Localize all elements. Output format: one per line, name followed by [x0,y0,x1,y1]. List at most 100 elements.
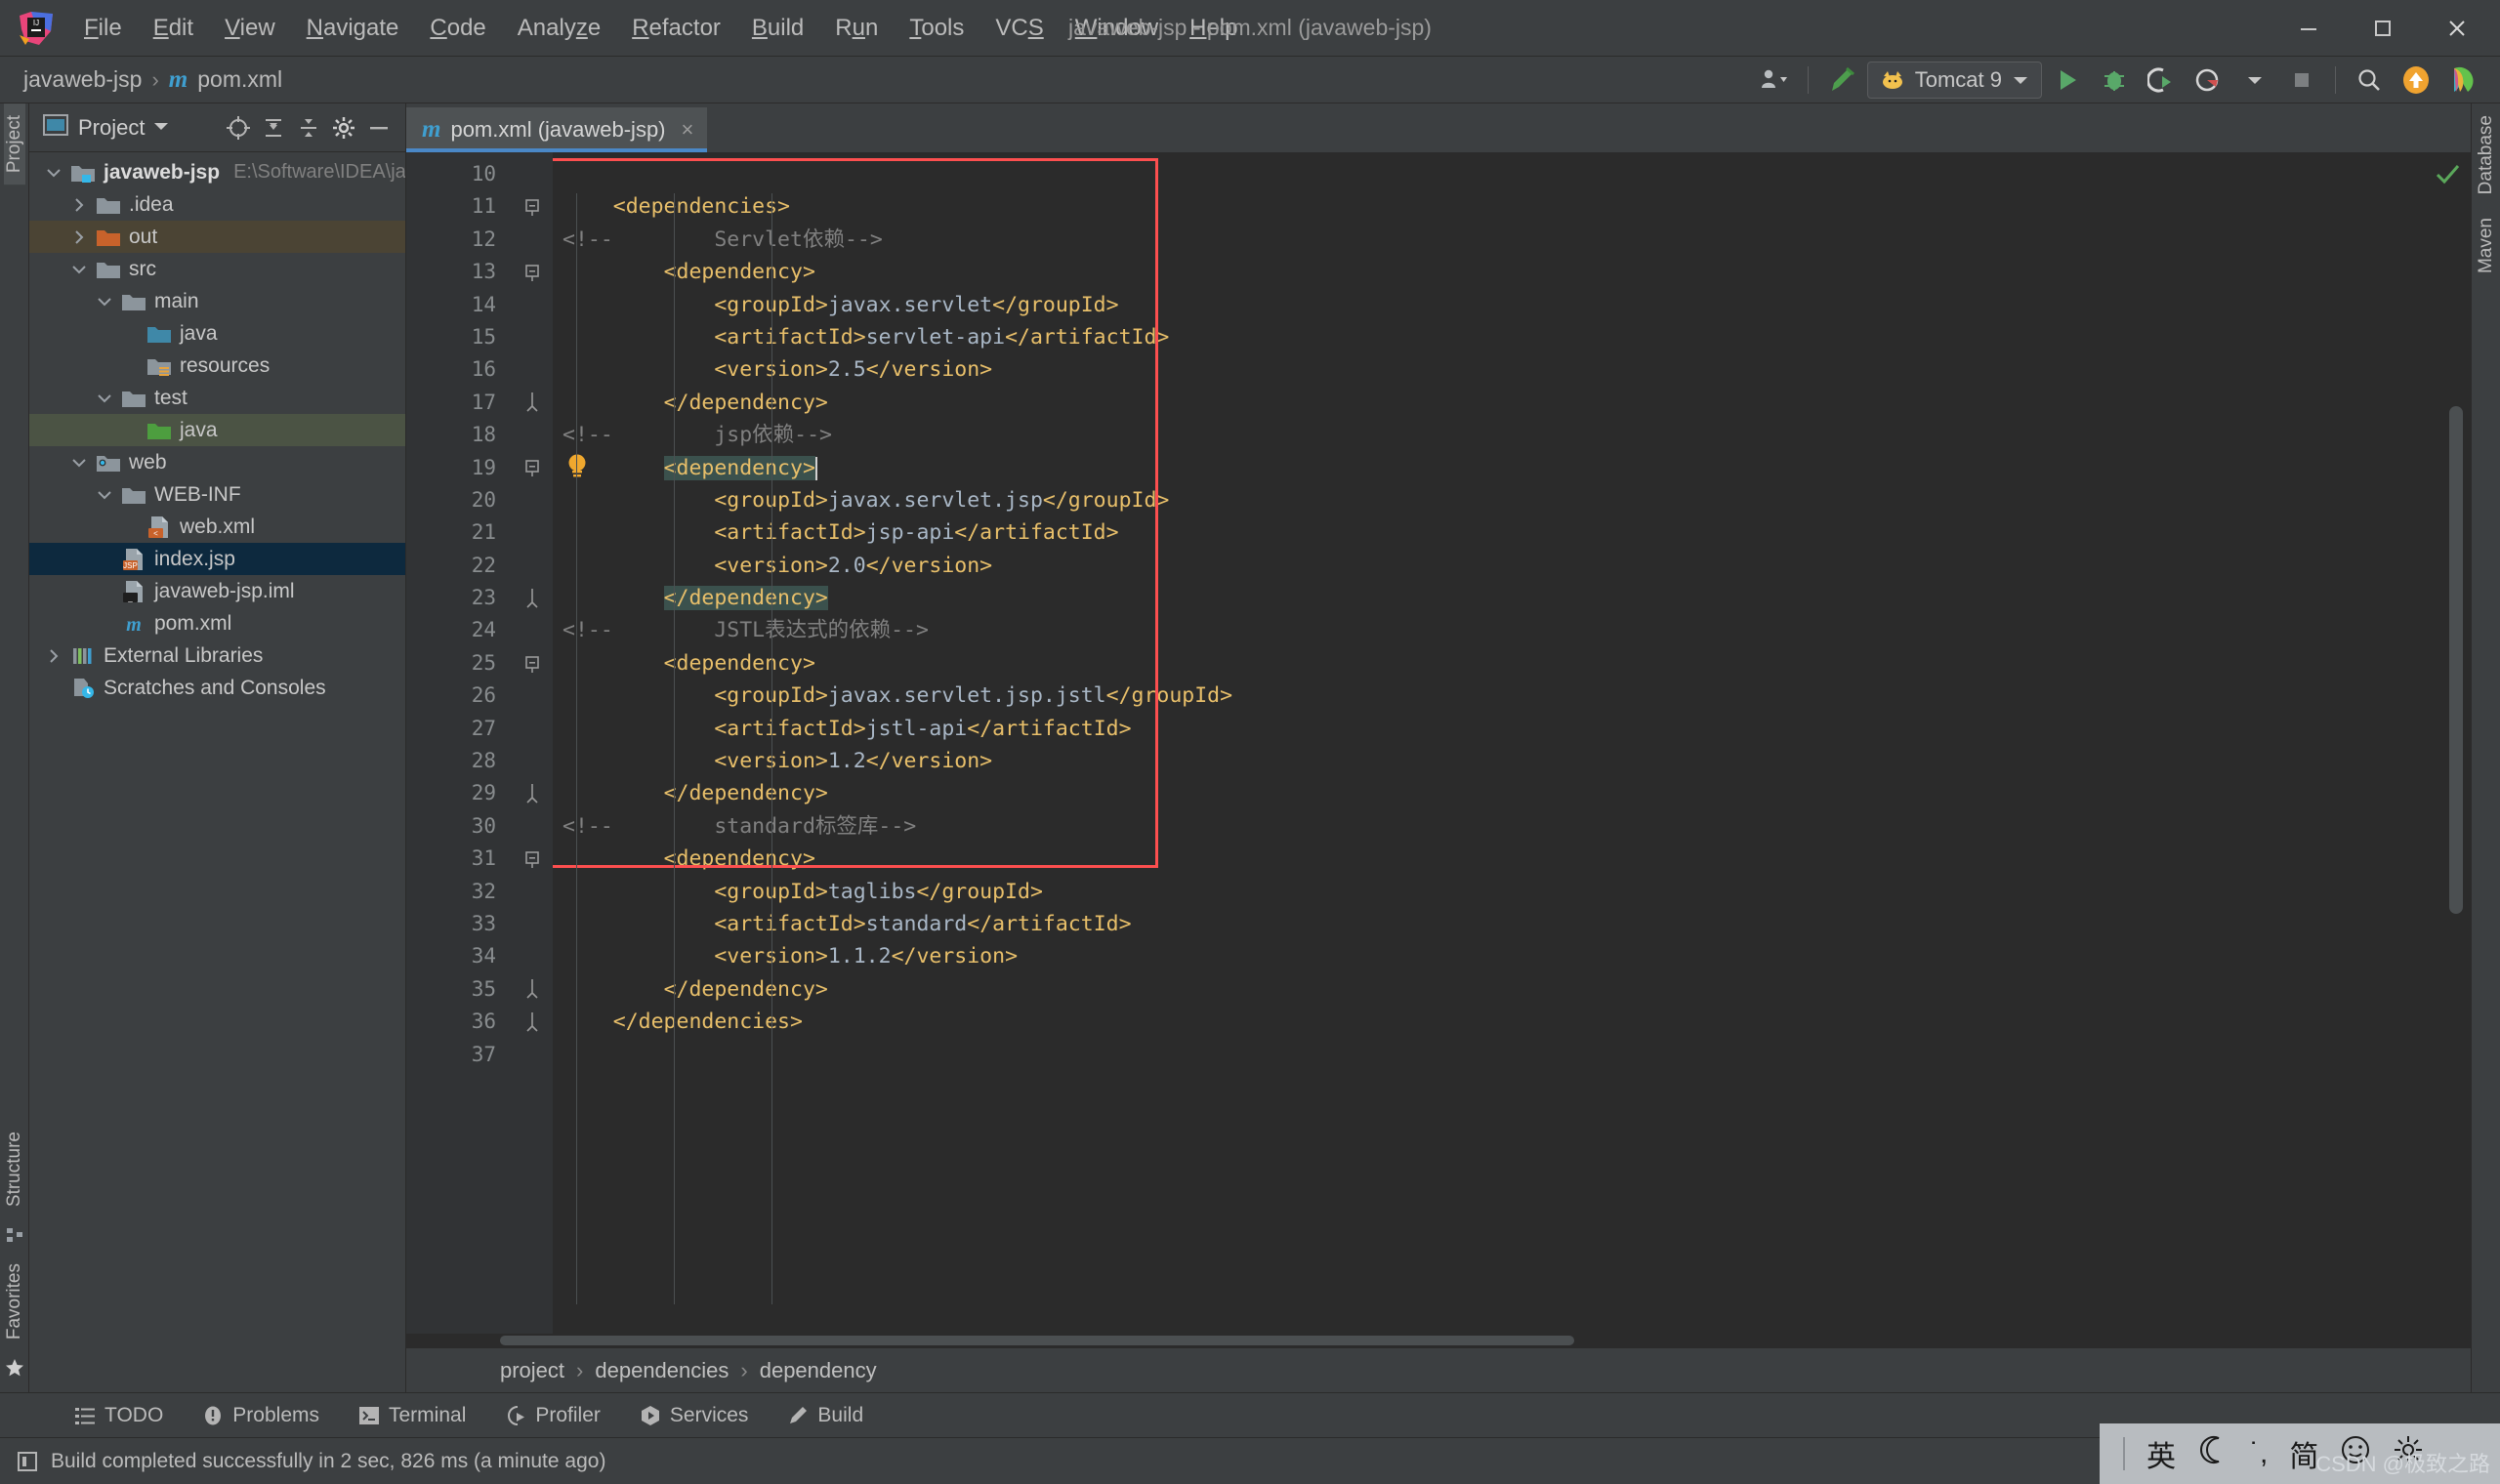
code-line[interactable]: <artifactId>servlet-api</artifactId> [553,321,2424,353]
fold-end-icon[interactable] [512,387,553,419]
breadcrumb-file[interactable]: pom.xml [197,66,282,93]
breadcrumb-project[interactable]: javaweb-jsp [23,66,142,93]
code-line[interactable]: </dependency> [553,777,2424,809]
tree-node-main[interactable]: main [29,285,405,317]
code-editor[interactable]: 10 11 12 13 14 15 16 17 18 19 20 21 22 23 24 25 26 27 28 29… [406,152,2471,1334]
menu-item-window[interactable]: Window [1060,11,1174,46]
hide-icon[interactable] [362,111,396,144]
fold-gutter[interactable] [512,152,553,1334]
fold-minus-icon[interactable] [512,452,553,484]
menu-item-edit[interactable]: Edit [138,11,209,46]
close-icon[interactable]: × [682,117,694,143]
tool-window-services[interactable]: Services [620,1404,769,1427]
tree-node-java[interactable]: java [29,414,405,446]
code-line[interactable]: </dependency> [553,973,2424,1006]
ime-script-label[interactable]: 简 [2289,1432,2318,1475]
user-dropdown-icon[interactable] [1753,61,1796,100]
code-line[interactable] [553,158,2424,190]
build-hammer-icon[interactable] [1820,61,1863,100]
sidebar-item-project[interactable]: Project [3,103,25,186]
menu-item-refactor[interactable]: Refactor [616,11,736,46]
breadcrumb-item-dependency[interactable]: dependency [760,1358,877,1383]
tree-node-pom-xml[interactable]: m pom.xml [29,607,405,639]
code-line[interactable]: <!-- jsp依赖--> [553,419,2424,451]
expand-all-icon[interactable] [257,111,290,144]
tree-node-resources[interactable]: resources [29,350,405,382]
settings-gear-icon[interactable] [327,111,360,144]
event-log-icon[interactable] [16,1450,39,1473]
tree-node-web-inf[interactable]: WEB-INF [29,478,405,511]
code-line[interactable]: <version>2.5</version> [553,353,2424,386]
code-line[interactable]: <!-- JSTL表达式的依赖--> [553,614,2424,646]
debug-icon[interactable] [2093,61,2136,100]
tool-window-profiler[interactable]: Profiler [485,1404,620,1427]
code-line[interactable] [553,1039,2424,1071]
menu-item-help[interactable]: Help [1174,11,1253,46]
tree-node-scratches-and-consoles[interactable]: Scratches and Consoles [29,672,405,704]
code-content[interactable]: <dependencies> <!-- Servlet依赖--> <depende… [553,152,2424,1334]
tree-node-index-jsp[interactable]: JSP index.jsp [29,543,405,575]
tool-window-build[interactable]: Build [768,1404,883,1427]
menu-item-analyze[interactable]: Analyze [502,11,616,46]
menu-item-vcs[interactable]: VCS [979,11,1059,46]
chevron-down-icon[interactable] [152,119,170,137]
code-line[interactable]: <groupId>javax.servlet.jsp.jstl</groupId… [553,680,2424,712]
fold-end-icon[interactable] [512,777,553,809]
code-line[interactable]: <!-- standard标签库--> [553,810,2424,843]
menu-item-run[interactable]: Run [819,11,894,46]
chevron-right-icon[interactable] [68,227,90,248]
run-coverage-icon[interactable] [2140,61,2183,100]
sidebar-item-structure[interactable]: Structure [4,1120,25,1218]
collapse-all-icon[interactable] [292,111,325,144]
code-line[interactable]: <version>2.0</version> [553,550,2424,582]
chevron-down-icon[interactable] [68,452,90,474]
tree-node-external-libraries[interactable]: External Libraries [29,639,405,672]
code-line[interactable]: <dependency> [553,256,2424,288]
editor-tab-pom-xml[interactable]: m pom.xml (javaweb-jsp) × [406,107,708,152]
punctuation-icon[interactable]: ˙, [2250,1437,2268,1470]
tree-node-test[interactable]: test [29,382,405,414]
tree-node-web-xml[interactable]: < web.xml [29,511,405,543]
menu-item-build[interactable]: Build [736,11,819,46]
code-line[interactable]: </dependency> [553,582,2424,614]
fold-end-icon[interactable] [512,1006,553,1038]
ide-helper-icon[interactable] [2441,61,2484,100]
code-line[interactable]: <groupId>javax.servlet</groupId> [553,289,2424,321]
tree-node-javaweb-jsp-iml[interactable]: _ javaweb-jsp.iml [29,575,405,607]
code-line[interactable]: <artifactId>standard</artifactId> [553,908,2424,940]
chevron-right-icon[interactable] [43,645,64,667]
tree-node-java[interactable]: java [29,317,405,350]
fold-minus-icon[interactable] [512,190,553,223]
update-project-icon[interactable] [2395,61,2438,100]
sidebar-item-maven[interactable]: Maven [2476,206,2497,285]
code-line[interactable]: <version>1.1.2</version> [553,940,2424,972]
fold-end-icon[interactable] [512,582,553,614]
structure-icon[interactable] [0,1218,31,1252]
chevron-down-icon[interactable] [94,291,115,312]
code-line[interactable]: <version>1.2</version> [553,745,2424,777]
search-everywhere-icon[interactable] [2348,61,2391,100]
tree-node-src[interactable]: src [29,253,405,285]
code-line[interactable]: <dependency> [553,647,2424,680]
chevron-down-icon[interactable] [43,162,64,184]
code-line[interactable]: <dependency> [553,843,2424,875]
tree-node-out[interactable]: out [29,221,405,253]
code-line[interactable]: <dependency> [553,452,2424,484]
code-line[interactable]: <!-- Servlet依赖--> [553,224,2424,256]
no-errors-check-icon[interactable] [2434,160,2461,194]
code-line[interactable]: <groupId>javax.servlet.jsp</groupId> [553,484,2424,516]
chevron-down-icon[interactable] [94,484,115,506]
tree-node-javaweb-jsp[interactable]: javaweb-jsp E:\Software\IDEA\javaweb-jsp [29,156,405,188]
tree-node-web[interactable]: web [29,446,405,478]
menu-item-navigate[interactable]: Navigate [291,11,415,46]
breadcrumb-item-project[interactable]: project [500,1358,564,1383]
tool-window-terminal[interactable]: Terminal [339,1404,485,1427]
star-icon[interactable] [0,1351,31,1384]
locate-icon[interactable] [222,111,255,144]
code-line[interactable]: <artifactId>jsp-api</artifactId> [553,516,2424,549]
profile-icon[interactable] [2187,61,2229,100]
close-icon[interactable] [2420,1,2494,56]
fold-minus-icon[interactable] [512,256,553,288]
sidebar-item-database[interactable]: Database [2476,103,2497,206]
run-icon[interactable] [2046,61,2089,100]
